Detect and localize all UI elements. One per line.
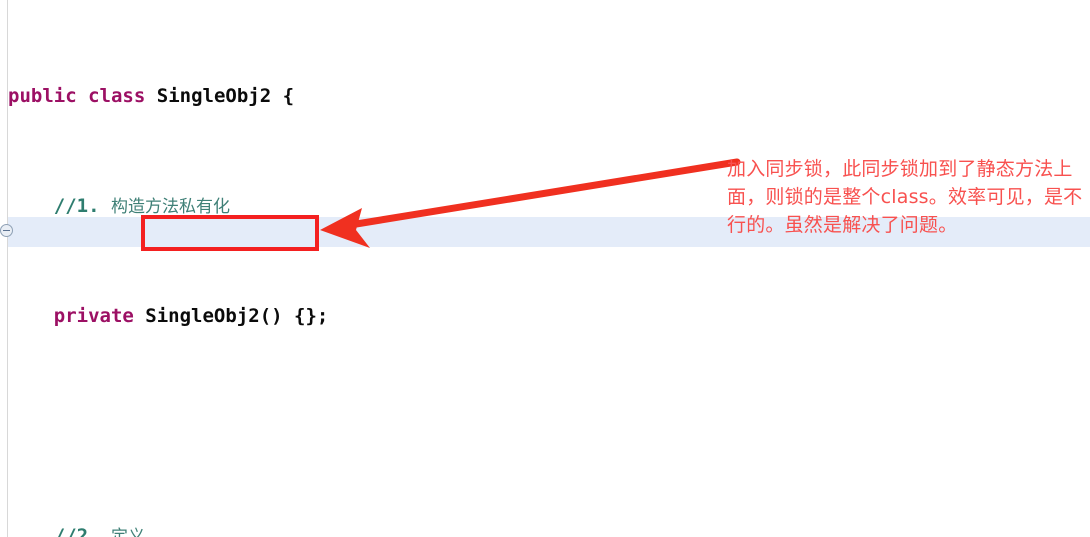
brace-open: { [282,84,295,107]
code-content[interactable]: public class SingleObj2 { //1. 构造方法私有化 p… [8,0,1090,537]
code-line-1[interactable]: public class SingleObj2 { [8,83,1090,111]
comment-marker-2: //2. [53,524,100,537]
comment-marker-1: //1. [53,194,100,217]
code-editor-screenshot: public class SingleObj2 { //1. 构造方法私有化 p… [0,0,1090,537]
comment-text-1: 构造方法私有化 [110,196,230,217]
keyword-public: public [8,84,77,107]
comment-text-2: 定义 [110,526,145,537]
type-singleobj2: SingleObj2 [156,84,272,107]
annotation-text: 加入同步锁，此同步锁加到了静态方法上面，则锁的是整个class。效率可见，是不行… [727,158,1083,236]
code-line-3[interactable]: private SingleObj2() {}; [8,303,1090,331]
code-line-4-blank [8,413,1090,441]
keyword-class: class [88,84,146,107]
code-line-5[interactable]: //2. 定义 [8,523,1090,537]
constructor-body: () {}; [259,304,329,327]
keyword-private: private [53,304,134,327]
constructor-name: SingleObj2 [145,304,260,327]
